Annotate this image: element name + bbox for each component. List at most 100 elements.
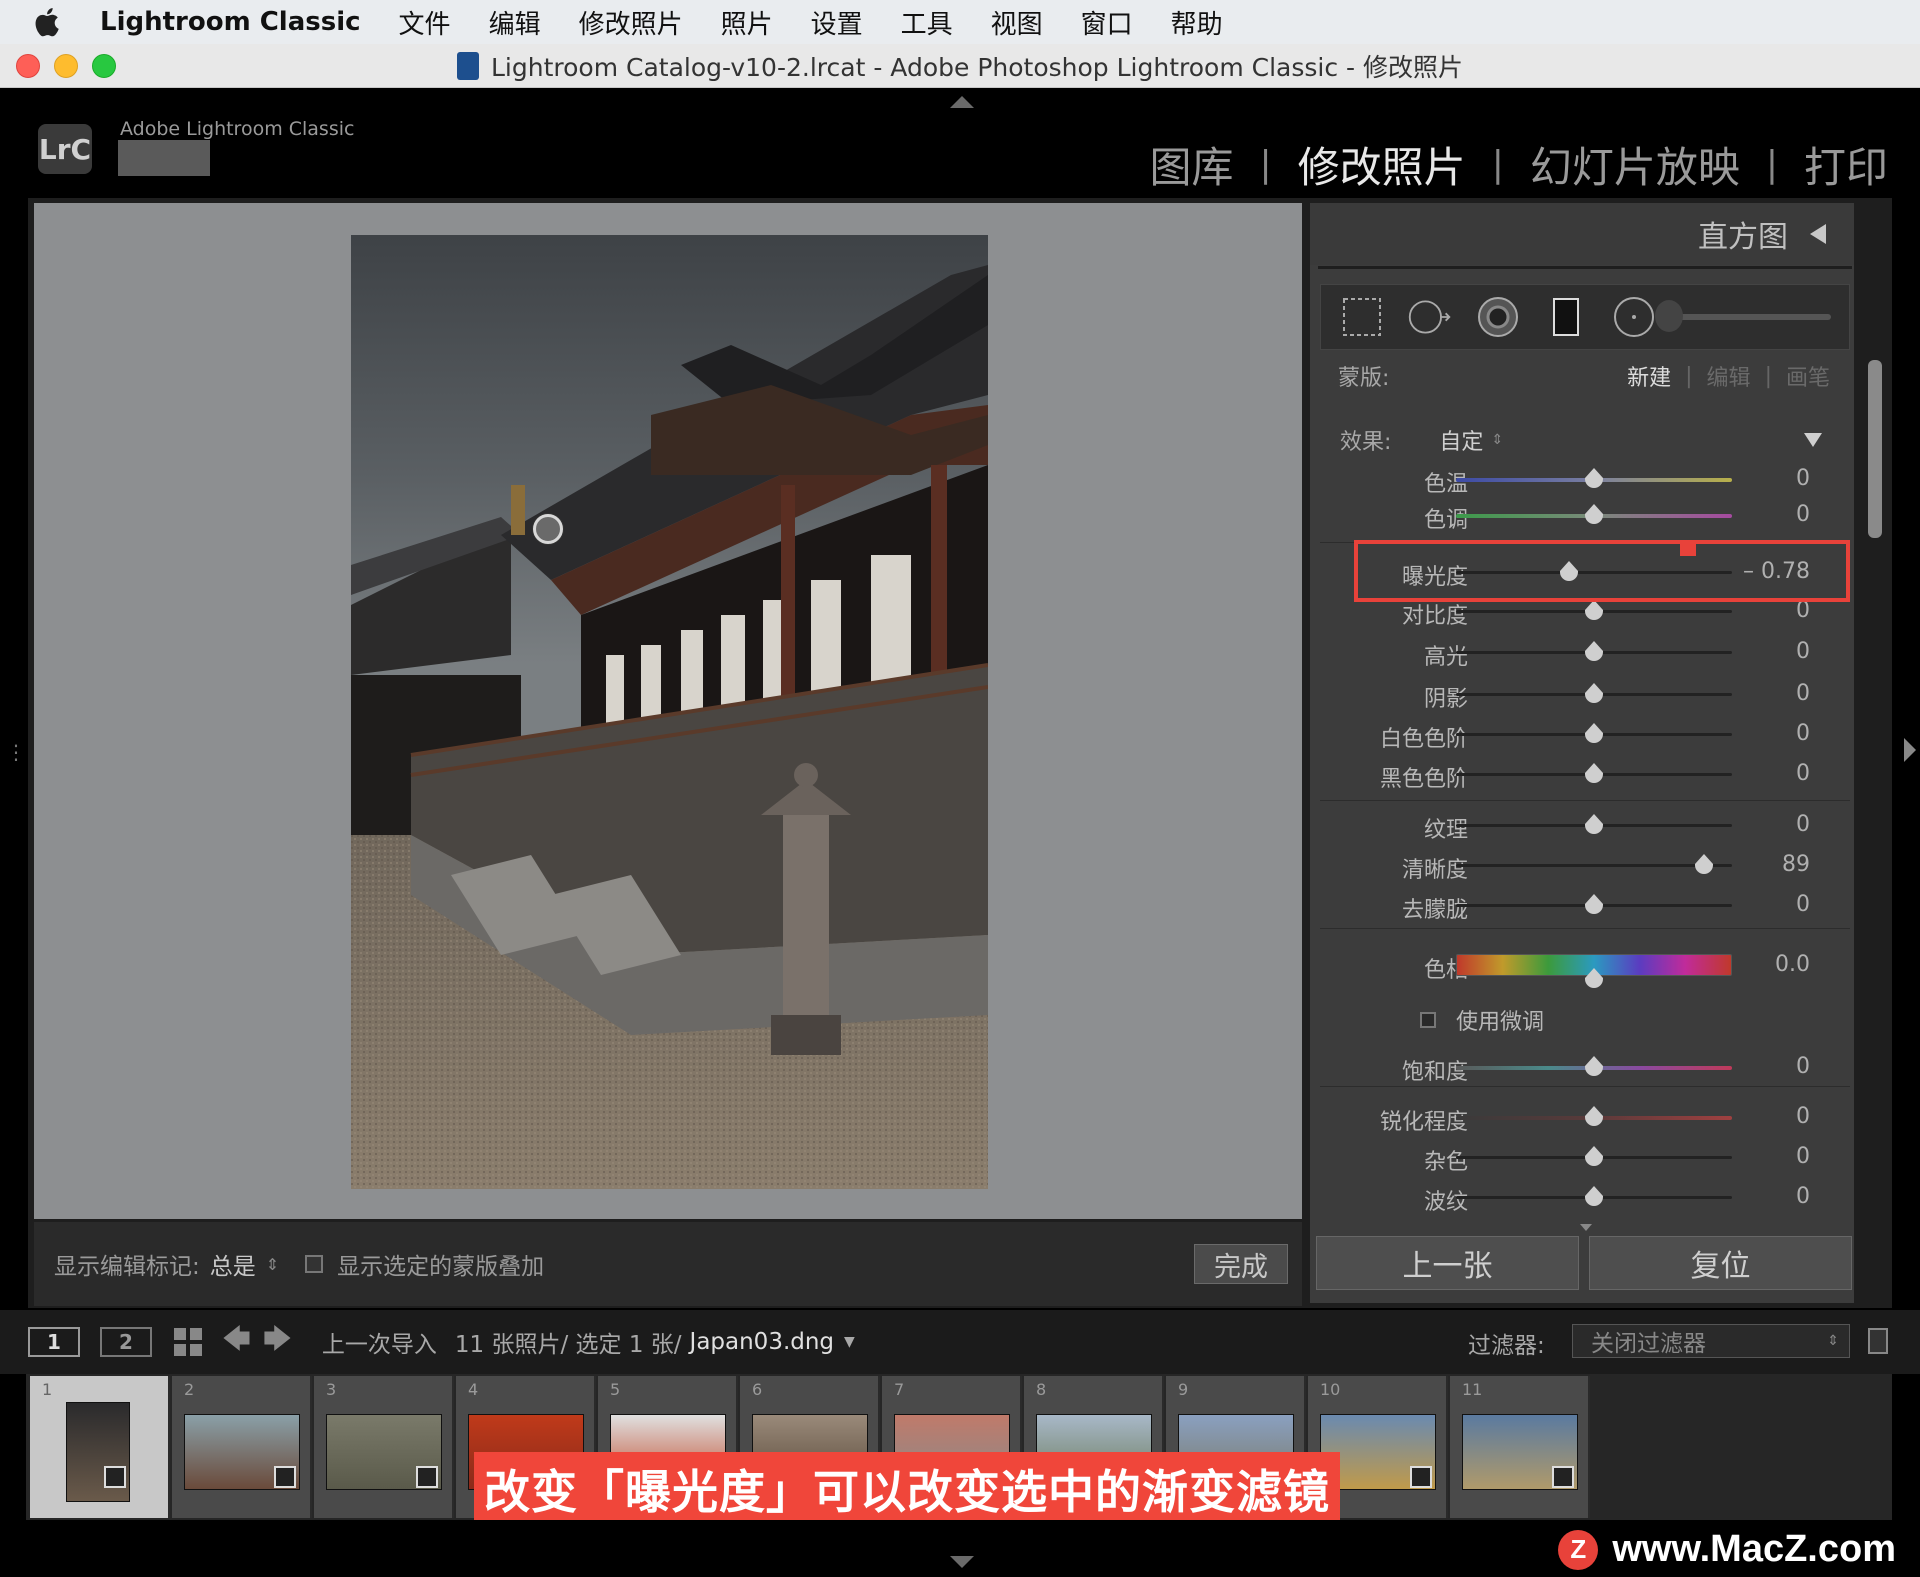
filter-lock-icon[interactable] bbox=[1868, 1328, 1888, 1354]
forward-arrow-icon[interactable]: 🡆 bbox=[263, 1318, 292, 1366]
slider-value[interactable]: 0 bbox=[1796, 639, 1810, 664]
right-panel-scrollbar[interactable] bbox=[1868, 360, 1882, 538]
menu-file[interactable]: 文件 bbox=[399, 4, 451, 41]
slider-value[interactable]: 0 bbox=[1796, 1144, 1810, 1169]
gradient-pin-handle[interactable] bbox=[533, 514, 563, 544]
minimize-button[interactable] bbox=[54, 54, 78, 78]
thumbnail-number: 2 bbox=[184, 1380, 195, 1399]
slider-value[interactable]: 0.0 bbox=[1775, 952, 1810, 977]
show-edit-marks-label: 显示编辑标记: bbox=[54, 1254, 200, 1280]
bottom-panel-toggle-icon[interactable] bbox=[950, 1556, 974, 1568]
slider-thumb[interactable] bbox=[1585, 641, 1603, 661]
slider-thumb[interactable] bbox=[1585, 468, 1603, 488]
module-library[interactable]: 图库 bbox=[1150, 134, 1234, 195]
filmstrip-thumbnail[interactable]: 3 bbox=[314, 1376, 454, 1518]
slider-label: 波纹 bbox=[1423, 1190, 1468, 1215]
collapse-triangle-icon[interactable] bbox=[1810, 224, 1826, 244]
mask-edit-button[interactable]: 编辑 bbox=[1707, 360, 1751, 392]
effect-preset-select[interactable]: 自定 bbox=[1439, 424, 1483, 456]
primary-display-button[interactable]: 1 bbox=[28, 1327, 80, 1357]
slider-thumb[interactable] bbox=[1585, 968, 1603, 988]
menu-settings[interactable]: 设置 bbox=[811, 4, 863, 41]
effect-collapse-triangle-icon[interactable] bbox=[1804, 433, 1822, 447]
show-edit-marks-select[interactable]: 总是 bbox=[210, 1247, 256, 1281]
slider-value[interactable]: 0 bbox=[1796, 892, 1810, 917]
slider-value[interactable]: 89 bbox=[1782, 852, 1810, 877]
filmstrip-thumbnail[interactable]: 11 bbox=[1450, 1376, 1590, 1518]
chevron-down-icon[interactable]: ▼ bbox=[844, 1334, 855, 1350]
main-photo[interactable] bbox=[351, 235, 988, 1189]
mask-label: 蒙版: bbox=[1338, 366, 1390, 391]
menu-view[interactable]: 视图 bbox=[991, 4, 1043, 41]
crop-tool-icon[interactable] bbox=[1339, 294, 1385, 340]
zoom-button[interactable] bbox=[92, 54, 116, 78]
top-panel-toggle-icon[interactable] bbox=[950, 96, 974, 108]
slider-thumb[interactable] bbox=[1585, 894, 1603, 914]
spot-removal-tool-icon[interactable] bbox=[1407, 294, 1453, 340]
secondary-display-button[interactable]: 2 bbox=[100, 1327, 152, 1357]
done-button[interactable]: 完成 bbox=[1194, 1244, 1288, 1284]
apple-icon[interactable] bbox=[16, 0, 76, 44]
filter-select[interactable]: 关闭过滤器 ⇕ bbox=[1572, 1324, 1850, 1358]
reset-button[interactable]: 复位 bbox=[1589, 1236, 1852, 1290]
slider-value[interactable]: 0 bbox=[1796, 466, 1810, 491]
slider-thumb[interactable] bbox=[1585, 723, 1603, 743]
show-mask-overlay-checkbox[interactable] bbox=[305, 1255, 324, 1273]
slider-row: 去朦胧 0 bbox=[1320, 888, 1850, 923]
module-develop[interactable]: 修改照片 bbox=[1298, 134, 1466, 195]
slider-thumb[interactable] bbox=[1585, 814, 1603, 834]
show-mask-overlay-label: 显示选定的蒙版叠加 bbox=[337, 1254, 545, 1280]
menu-tools[interactable]: 工具 bbox=[901, 4, 953, 41]
graduated-filter-tool-icon[interactable] bbox=[1543, 294, 1589, 340]
mask-new-button[interactable]: 新建 bbox=[1627, 360, 1671, 392]
slider-row: 杂色 0 bbox=[1320, 1140, 1850, 1175]
slider-label: 去朦胧 bbox=[1401, 898, 1468, 923]
menu-edit[interactable]: 编辑 bbox=[489, 4, 541, 41]
slider-thumb[interactable] bbox=[1585, 1106, 1603, 1126]
filmstrip-thumbnail[interactable]: 1 bbox=[30, 1376, 170, 1518]
menu-help[interactable]: 帮助 bbox=[1171, 4, 1223, 41]
adjustment-brush-tool-icon[interactable] bbox=[1655, 300, 1831, 332]
slider-thumb[interactable] bbox=[1585, 763, 1603, 783]
fine-tune-checkbox[interactable] bbox=[1420, 1012, 1436, 1028]
module-print[interactable]: 打印 bbox=[1804, 134, 1888, 195]
right-panel-toggle-icon[interactable] bbox=[1904, 738, 1916, 762]
menu-develop[interactable]: 修改照片 bbox=[579, 4, 683, 41]
slider-thumb[interactable] bbox=[1585, 1056, 1603, 1076]
previous-button[interactable]: 上一张 bbox=[1316, 1236, 1579, 1290]
slider-value[interactable]: 0 bbox=[1796, 681, 1810, 706]
slider-thumb[interactable] bbox=[1585, 1186, 1603, 1206]
slider-value[interactable]: 0 bbox=[1796, 812, 1810, 837]
slider-value[interactable]: 0 bbox=[1796, 761, 1810, 786]
close-button[interactable] bbox=[16, 54, 40, 78]
slider-thumb[interactable] bbox=[1585, 683, 1603, 703]
slider-thumb[interactable] bbox=[1585, 504, 1603, 524]
mask-brush-button[interactable]: 画笔 bbox=[1786, 360, 1830, 392]
grid-view-icon[interactable] bbox=[174, 1328, 202, 1356]
histogram-header[interactable]: 直方图 bbox=[1310, 203, 1854, 265]
thumbnail-number: 1 bbox=[42, 1380, 53, 1399]
module-slideshow[interactable]: 幻灯片放映 bbox=[1530, 134, 1740, 195]
slider-value[interactable]: 0 bbox=[1796, 1054, 1810, 1079]
radial-filter-tool-icon[interactable] bbox=[1611, 294, 1657, 340]
slider-value[interactable]: 0 bbox=[1796, 1104, 1810, 1129]
app-menu-name[interactable]: Lightroom Classic bbox=[100, 7, 361, 37]
red-eye-tool-icon[interactable] bbox=[1475, 294, 1521, 340]
slider-thumb[interactable] bbox=[1695, 854, 1714, 874]
menu-photo[interactable]: 照片 bbox=[721, 4, 773, 41]
filter-label: 过滤器: bbox=[1468, 1333, 1545, 1359]
back-arrow-icon[interactable]: 🡄 bbox=[222, 1318, 251, 1366]
menu-window[interactable]: 窗口 bbox=[1081, 4, 1133, 41]
current-filename[interactable]: Japan03.dng bbox=[690, 1329, 835, 1355]
slider-label: 色调 bbox=[1423, 508, 1468, 533]
slider-value[interactable]: 0 bbox=[1796, 721, 1810, 746]
slider-thumb[interactable] bbox=[1585, 1146, 1603, 1166]
photo-count: 11 张照片/ 选定 1 张/ bbox=[454, 1332, 682, 1358]
filmstrip-thumbnail[interactable]: 2 bbox=[172, 1376, 312, 1518]
slider-row: 锐化程度 0 bbox=[1320, 1100, 1850, 1135]
filmstrip-source[interactable]: 上一次导入 bbox=[322, 1325, 437, 1359]
slider-track[interactable] bbox=[1456, 864, 1732, 867]
slider-value[interactable]: 0 bbox=[1796, 502, 1810, 527]
slider-value[interactable]: 0 bbox=[1796, 1184, 1810, 1209]
left-panel-toggle-icon[interactable]: ⋮ bbox=[6, 740, 26, 764]
